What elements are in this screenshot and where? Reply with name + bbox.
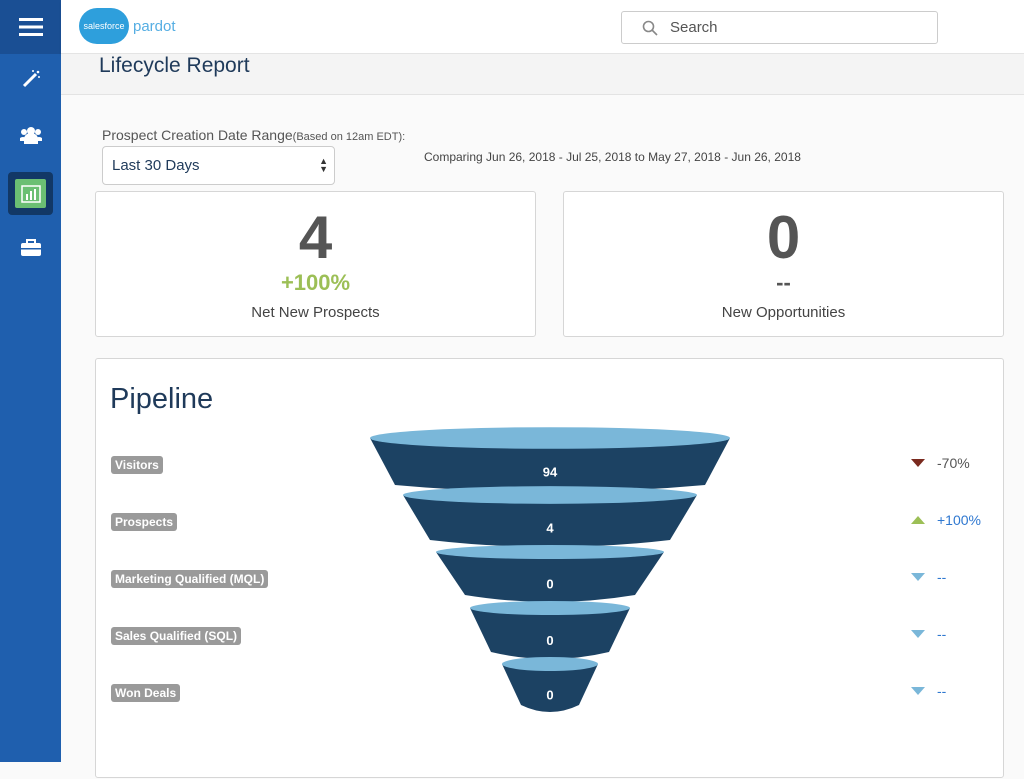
date-range-value: Last 30 Days — [112, 157, 200, 174]
select-arrows-icon: ▲ ▼ — [319, 156, 328, 174]
pipeline-panel: 94 4 0 0 0 Pipeline Visitors -70% Prospects +10… — [95, 358, 1004, 778]
funnel-segment-top — [470, 601, 630, 615]
stage-change-value: -- — [937, 626, 947, 642]
page-title: Lifecycle Report — [99, 54, 250, 77]
stage-change: -- — [911, 569, 946, 585]
card-value: 0 — [766, 204, 801, 271]
sidebar-item-marketing[interactable] — [0, 64, 61, 94]
report-chart-icon — [20, 184, 41, 203]
stage-label: Visitors — [111, 456, 163, 474]
sidebar-item-prospects[interactable] — [0, 120, 61, 150]
pipeline-funnel: 94 4 0 0 0 — [370, 427, 730, 712]
funnel-segment-top — [403, 486, 697, 504]
search-icon — [642, 20, 658, 36]
funnel-value: 0 — [546, 577, 553, 592]
stage-change-value: -- — [937, 569, 947, 585]
sidebar — [0, 0, 61, 762]
stage-change-value: +100% — [937, 512, 981, 528]
funnel-value: 4 — [546, 521, 554, 536]
salesforce-cloud-logo: salesforce — [79, 8, 129, 44]
date-range-note: (Based on 12am EDT): — [292, 131, 406, 143]
stage-label: Marketing Qualified (MQL) — [111, 570, 269, 588]
product-name: pardot — [133, 17, 176, 35]
comparison-text: Comparing Jun 26, 2018 - Jul 25, 2018 to… — [424, 150, 801, 164]
stage-label: Prospects — [111, 513, 178, 531]
triangle-up-icon — [911, 516, 925, 524]
triangle-down-icon — [911, 630, 925, 638]
card-value: 4 — [298, 204, 333, 271]
funnel-segment-top — [502, 657, 598, 671]
search-input[interactable]: Search — [621, 11, 938, 44]
card-label: Net New Prospects — [251, 304, 380, 321]
stage-change-value: -- — [937, 683, 947, 699]
triangle-down-icon — [911, 687, 925, 695]
stage-change: +100% — [911, 512, 981, 528]
magic-wand-icon — [22, 70, 40, 88]
search-placeholder: Search — [670, 19, 718, 36]
stage-change: -- — [911, 626, 946, 642]
triangle-down-icon — [911, 573, 925, 581]
stage-label: Sales Qualified (SQL) — [111, 627, 242, 645]
card-change: +100% — [280, 270, 351, 295]
users-icon — [19, 127, 42, 144]
card-label: New Opportunities — [721, 304, 846, 321]
pardot-logo[interactable]: salesforce pardot — [79, 8, 176, 44]
hamburger-icon — [18, 18, 43, 36]
funnel-value: 0 — [546, 688, 553, 703]
new-opportunities-card: 0 -- New Opportunities — [563, 191, 1004, 337]
stage-change: -- — [911, 683, 946, 699]
funnel-value: 94 — [543, 465, 558, 480]
net-new-prospects-card: 4 +100% Net New Prospects — [95, 191, 536, 337]
sidebar-item-admin[interactable] — [0, 232, 61, 262]
funnel-segment-top — [370, 427, 730, 449]
title-bar: Lifecycle Report — [61, 54, 1024, 95]
top-bar: salesforce pardot Search — [61, 0, 1024, 54]
date-range-label: Prospect Creation Date Range(Based on 12… — [102, 127, 405, 143]
sidebar-item-reports[interactable] — [8, 172, 53, 215]
pipeline-title: Pipeline — [110, 383, 214, 415]
stage-change: -70% — [911, 455, 970, 471]
date-range-select[interactable]: Last 30 Days ▲ ▼ — [102, 146, 335, 185]
triangle-down-icon — [911, 459, 925, 467]
stage-change-value: -70% — [937, 455, 970, 471]
menu-button[interactable] — [0, 0, 61, 54]
funnel-value: 0 — [546, 633, 553, 648]
stage-label: Won Deals — [111, 684, 181, 702]
funnel-segment-top — [436, 545, 664, 559]
card-change: -- — [776, 270, 791, 295]
briefcase-icon — [20, 238, 41, 256]
date-range-label-text: Prospect Creation Date Range — [102, 127, 293, 143]
